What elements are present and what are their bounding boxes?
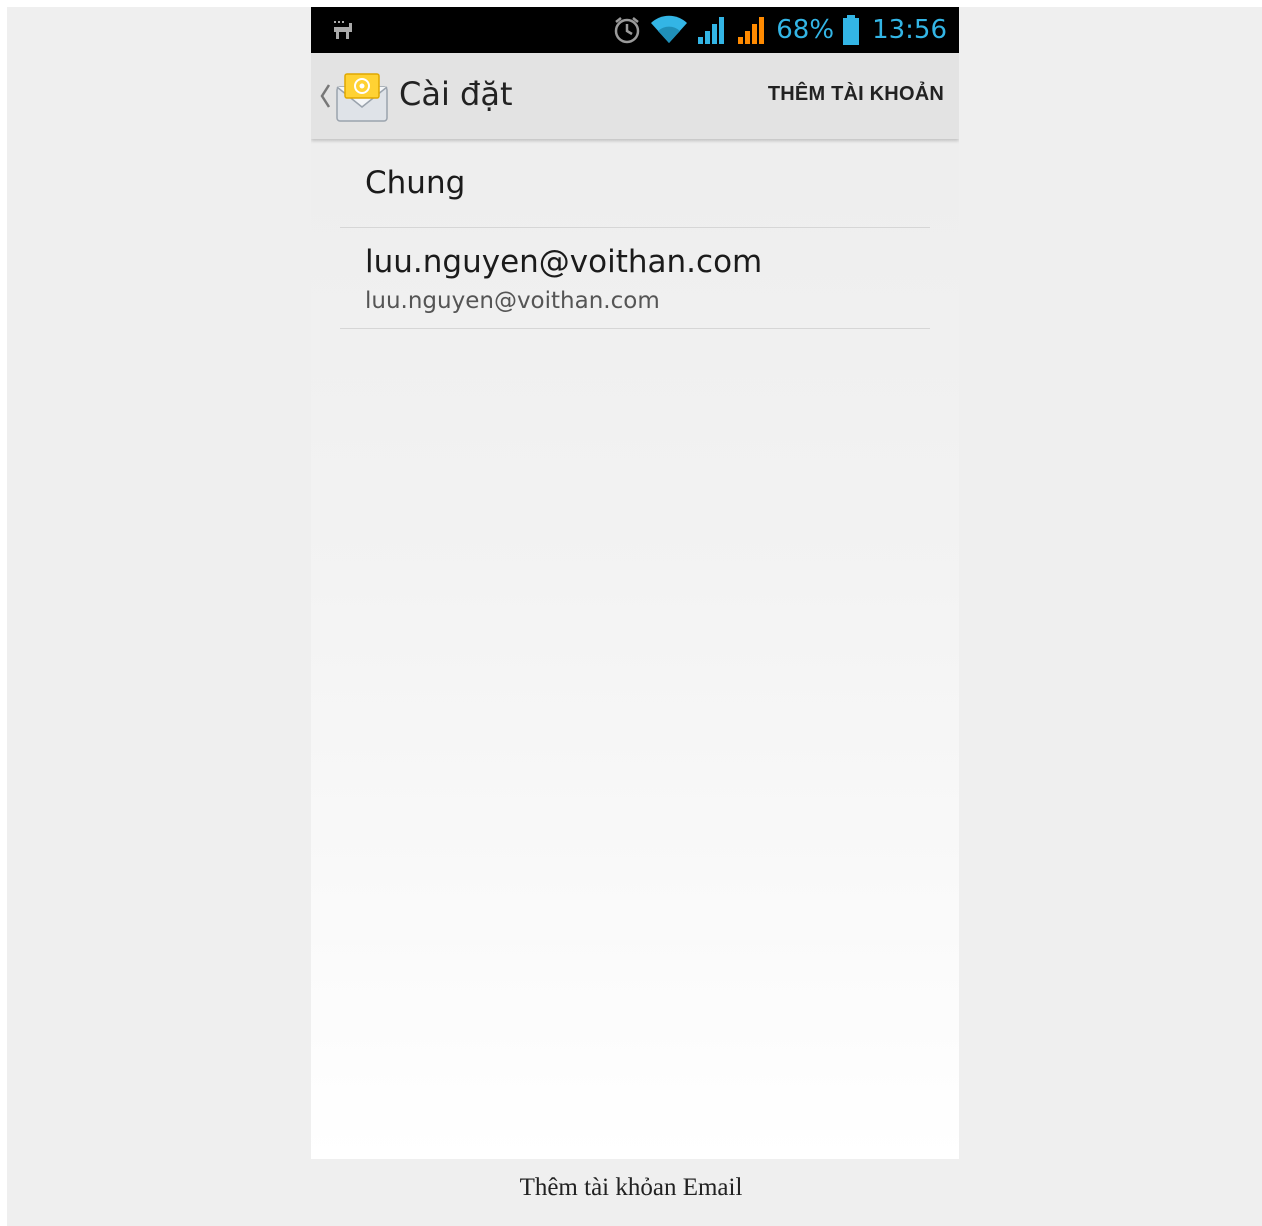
general-settings-item[interactable]: Chung [340, 141, 930, 228]
general-settings-label: Chung [365, 165, 466, 201]
action-bar: Cài đặt THÊM TÀI KHOẢN [311, 53, 959, 139]
usb-notification-icon [334, 21, 352, 39]
phone-screen: 68% 13:56 Cài đặt THÊM TÀI KHOẢN Chung l… [311, 7, 959, 1159]
chevron-left-icon[interactable] [319, 83, 331, 109]
image-caption: Thêm tài khỏan Email [519, 1174, 743, 1201]
signal-icon [738, 17, 765, 44]
wifi-icon [651, 15, 688, 44]
battery-percent: 68% [776, 15, 835, 45]
account-title: luu.nguyen@voithan.com [365, 244, 763, 280]
settings-list: Chung luu.nguyen@voithan.com luu.nguyen@… [340, 141, 930, 329]
email-envelope-icon[interactable] [335, 71, 389, 123]
alarm-icon [615, 17, 640, 44]
account-subtitle: luu.nguyen@voithan.com [365, 288, 660, 314]
signal-icon [698, 17, 725, 44]
status-clock: 13:56 [872, 15, 947, 45]
battery-icon [843, 15, 860, 45]
account-item[interactable]: luu.nguyen@voithan.com luu.nguyen@voitha… [340, 228, 930, 329]
page-title: Cài đặt [399, 75, 513, 113]
status-indicators: 68% 13:56 [612, 7, 947, 53]
add-account-button[interactable]: THÊM TÀI KHOẢN [768, 83, 944, 106]
status-bar: 68% 13:56 [311, 7, 959, 53]
